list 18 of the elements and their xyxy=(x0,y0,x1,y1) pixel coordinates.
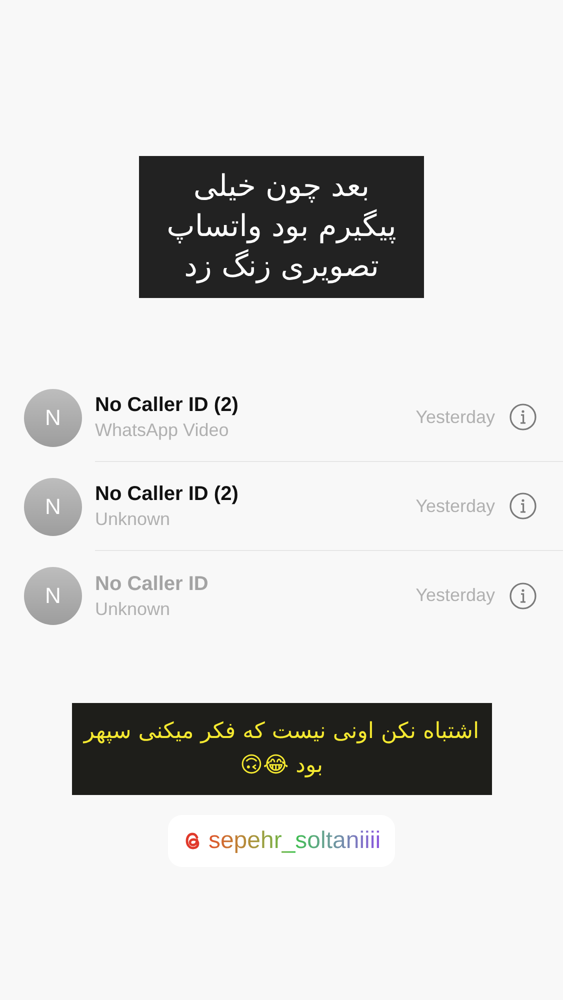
mention-sticker[interactable]: sepehr_soltaniiii xyxy=(168,815,395,867)
call-time: Yesterday xyxy=(416,406,495,429)
avatar: N xyxy=(24,388,82,446)
call-time: Yesterday xyxy=(416,584,495,607)
caption: بعد چون خیلی پیگیرم بود واتساپ تصویری زنگ زد xyxy=(139,156,424,298)
info-icon[interactable] xyxy=(509,403,537,431)
info-icon[interactable] xyxy=(509,582,537,610)
avatar: N xyxy=(24,478,82,536)
call-time: Yesterday xyxy=(416,494,495,518)
caller-name: No Caller ID (2) xyxy=(95,482,240,507)
call-type: Unknown xyxy=(95,508,172,531)
caption: اشتباه نکن اونی نیست که فکر میکنی سپهر بود 😂🙃 xyxy=(72,703,492,795)
info-icon[interactable] xyxy=(509,492,537,520)
call-type: Unknown xyxy=(95,598,172,620)
avatar: N xyxy=(24,566,82,624)
caller-name: No Caller ID xyxy=(95,572,210,596)
caller-name: No Caller ID (2) xyxy=(95,393,240,418)
call-type: WhatsApp Video xyxy=(95,419,230,442)
